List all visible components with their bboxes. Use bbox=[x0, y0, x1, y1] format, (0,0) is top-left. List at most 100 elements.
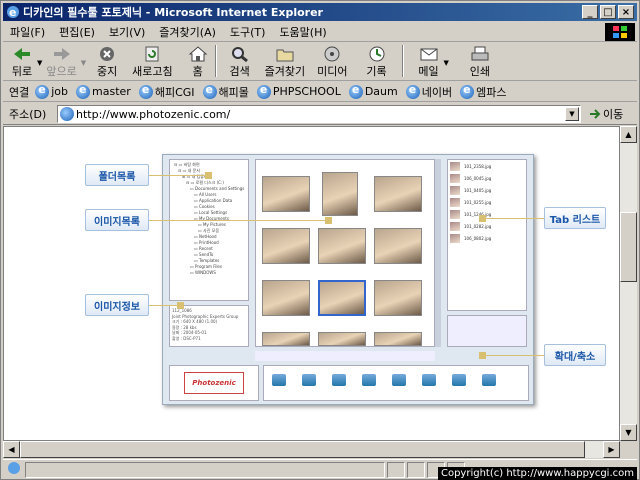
photo-thumb[interactable] bbox=[322, 172, 358, 216]
scroll-up-icon[interactable]: ▲ bbox=[620, 126, 637, 143]
image-info-panel: 112_1086 Joint Photographic Experts Grou… bbox=[169, 305, 249, 347]
logo-area: Photozenic bbox=[169, 365, 259, 401]
link-happymall[interactable]: 해피몰 bbox=[202, 83, 249, 100]
link-daum[interactable]: Daum bbox=[348, 83, 398, 99]
links-bar: 연결 job master 해피CGI 해피몰 PHPSCHOOL Daum 네… bbox=[3, 82, 637, 102]
home-button[interactable]: 홈 bbox=[187, 45, 209, 79]
forward-label: 앞으로 bbox=[46, 65, 77, 78]
image-gallery bbox=[255, 159, 435, 347]
scroll-right-icon[interactable]: ▶ bbox=[603, 441, 620, 458]
copyright-text: Copyright(c) http://www.happycgi.com bbox=[437, 467, 637, 480]
menu-edit[interactable]: 편집(E) bbox=[52, 24, 102, 40]
address-bar: 주소(D) http://www.photozenic.com/ ▼ 이동 bbox=[3, 103, 637, 125]
svg-text:e: e bbox=[9, 6, 16, 19]
status-page-icon bbox=[7, 461, 25, 478]
close-button[interactable]: × bbox=[618, 5, 634, 19]
link-naver[interactable]: 네이버 bbox=[405, 83, 452, 100]
photo-thumb[interactable] bbox=[262, 176, 310, 212]
stop-icon bbox=[100, 47, 115, 61]
photo-thumb[interactable] bbox=[262, 228, 310, 264]
menu-tools[interactable]: 도구(T) bbox=[223, 24, 273, 40]
back-button[interactable]: 뒤로 bbox=[11, 45, 33, 79]
tab-item[interactable]: 101_0405.jpg bbox=[448, 184, 526, 196]
photo-thumb[interactable] bbox=[262, 332, 310, 346]
scroll-left-icon[interactable]: ◀ bbox=[3, 441, 20, 458]
mail-icon bbox=[420, 48, 437, 61]
scroll-down-icon[interactable]: ▼ bbox=[620, 424, 637, 441]
tab-item[interactable]: 106_0045.jpg bbox=[448, 172, 526, 184]
callout-image-list: 이미지목록 bbox=[85, 209, 149, 231]
callout-zoom: 확대/축소 bbox=[544, 344, 606, 366]
vertical-scrollbar[interactable]: ▲ ▼ bbox=[620, 126, 637, 441]
photozenic-logo: Photozenic bbox=[184, 372, 244, 394]
menu-help[interactable]: 도움말(H) bbox=[272, 24, 333, 40]
back-dropdown-icon[interactable]: ▼ bbox=[37, 59, 42, 67]
maximize-button[interactable]: □ bbox=[600, 5, 616, 19]
link-phpschool[interactable]: PHPSCHOOL bbox=[256, 83, 341, 99]
photo-thumb[interactable] bbox=[374, 228, 422, 264]
tool-icon[interactable] bbox=[332, 374, 346, 386]
media-label: 미디어 bbox=[317, 65, 348, 78]
photo-thumb[interactable] bbox=[374, 332, 422, 346]
callout-folder-list: 폴더목록 bbox=[85, 164, 149, 186]
back-label: 뒤로 bbox=[11, 65, 33, 78]
go-button[interactable]: 이동 bbox=[589, 106, 623, 122]
minimize-button[interactable]: _ bbox=[582, 5, 598, 19]
tab-item[interactable]: 101_0282.jpg bbox=[448, 220, 526, 232]
photo-thumb[interactable] bbox=[374, 176, 422, 212]
tool-icon[interactable] bbox=[452, 374, 466, 386]
stop-label: 중지 bbox=[97, 65, 118, 78]
link-master[interactable]: master bbox=[76, 83, 131, 99]
forward-arrow-icon bbox=[53, 48, 70, 60]
tool-icon[interactable] bbox=[302, 374, 316, 386]
horizontal-scroll-thumb[interactable] bbox=[20, 441, 585, 458]
link-happycgi[interactable]: 해피CGI bbox=[138, 83, 195, 100]
ie-page-icon bbox=[256, 83, 271, 99]
tool-icons-row bbox=[263, 365, 529, 401]
print-icon bbox=[471, 46, 489, 61]
stop-button[interactable]: 중지 bbox=[96, 45, 118, 79]
photo-thumb[interactable] bbox=[318, 332, 366, 346]
photo-thumb[interactable] bbox=[374, 280, 422, 316]
photo-thumb[interactable] bbox=[318, 228, 366, 264]
horizontal-scrollbar[interactable]: ◀ ▶ bbox=[3, 441, 620, 458]
print-button[interactable]: 인쇄 bbox=[469, 45, 491, 79]
tab-item[interactable]: 106_0802.jpg bbox=[448, 232, 526, 244]
tool-icon[interactable] bbox=[482, 374, 496, 386]
photo-thumb[interactable] bbox=[262, 280, 310, 316]
forward-dropdown-icon[interactable]: ▼ bbox=[81, 59, 86, 67]
mail-button[interactable]: 메일 bbox=[418, 45, 440, 79]
tool-icon[interactable] bbox=[422, 374, 436, 386]
address-label: 주소(D) bbox=[9, 107, 47, 121]
search-button[interactable]: 검색 bbox=[229, 45, 251, 79]
mail-dropdown-icon[interactable]: ▼ bbox=[444, 59, 449, 67]
menu-view[interactable]: 보기(V) bbox=[102, 24, 152, 40]
history-button[interactable]: 기록 bbox=[366, 45, 388, 79]
ie-logo-icon: e bbox=[7, 6, 19, 19]
menu-file[interactable]: 파일(F) bbox=[3, 24, 52, 40]
refresh-button[interactable]: 새로고침 bbox=[132, 45, 173, 79]
address-dropdown-icon[interactable]: ▼ bbox=[565, 107, 579, 121]
favorites-label: 즐겨찾기 bbox=[264, 65, 306, 78]
link-empas[interactable]: 엠파스 bbox=[460, 83, 506, 100]
favorites-button[interactable]: 즐겨찾기 bbox=[265, 45, 305, 79]
menu-favorites[interactable]: 즐겨찾기(A) bbox=[152, 24, 223, 40]
tab-item[interactable]: 101_0255.jpg bbox=[448, 196, 526, 208]
forward-button[interactable]: 앞으로 bbox=[46, 45, 77, 79]
standard-toolbar: 뒤로 ▼ 앞으로 ▼ 중지 새로고침 홈 검색 즐겨찾기 미디어 기록 메일 ▼… bbox=[3, 43, 637, 81]
link-job[interactable]: job bbox=[35, 83, 68, 99]
tab-item[interactable]: 101_2358.jpg bbox=[448, 160, 526, 172]
ie-page-icon bbox=[60, 107, 74, 121]
gallery-scrollbar[interactable] bbox=[435, 159, 441, 347]
tool-icon[interactable] bbox=[272, 374, 286, 386]
ie-page-icon bbox=[348, 83, 363, 99]
address-input[interactable]: http://www.photozenic.com/ ▼ bbox=[57, 105, 581, 123]
zoom-panel[interactable] bbox=[447, 315, 527, 347]
tool-icon[interactable] bbox=[362, 374, 376, 386]
title-bar[interactable]: e 디카인의 필수툴 포토제닉 - Microsoft Internet Exp… bbox=[3, 3, 637, 21]
browser-window: e 디카인의 필수툴 포토제닉 - Microsoft Internet Exp… bbox=[0, 0, 640, 480]
photo-thumb-selected[interactable] bbox=[318, 280, 366, 316]
media-button[interactable]: 미디어 bbox=[317, 45, 348, 79]
tool-icon[interactable] bbox=[392, 374, 406, 386]
vertical-scroll-thumb[interactable] bbox=[620, 212, 637, 282]
